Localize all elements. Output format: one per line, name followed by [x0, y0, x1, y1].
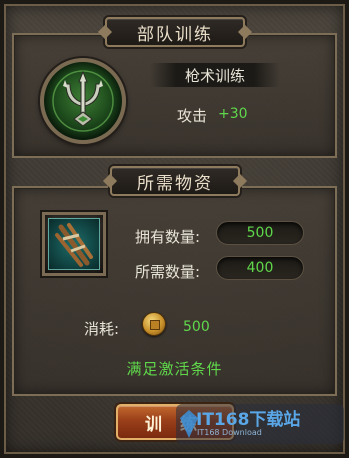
watermark-text: IT168下载站: [196, 410, 301, 430]
watermark-subtext: IT168 Download: [197, 428, 262, 437]
materials-title: 所需物资: [137, 173, 213, 194]
required-quantity-field: 400: [216, 256, 304, 280]
skill-name: 枪术训练: [150, 63, 280, 87]
materials-header: 所需物资: [110, 166, 240, 196]
owned-quantity-field: 500: [216, 221, 304, 245]
training-title: 部队训练: [137, 24, 213, 45]
trident-emblem-icon: [40, 58, 126, 144]
required-quantity-label: 所需数量:: [135, 263, 201, 281]
spear-bundle-icon: [48, 218, 100, 270]
activation-condition-text: 满足激活条件: [126, 360, 223, 378]
material-slot[interactable]: [42, 212, 106, 276]
cost-label: 消耗:: [84, 320, 120, 338]
attack-bonus-value: +30: [218, 106, 248, 122]
cost-value: 500: [183, 319, 210, 335]
training-header: 部队训练: [105, 17, 245, 47]
attack-label: 攻击: [177, 107, 208, 125]
owned-quantity-label: 拥有数量:: [135, 228, 201, 246]
coin-icon: [142, 312, 166, 336]
